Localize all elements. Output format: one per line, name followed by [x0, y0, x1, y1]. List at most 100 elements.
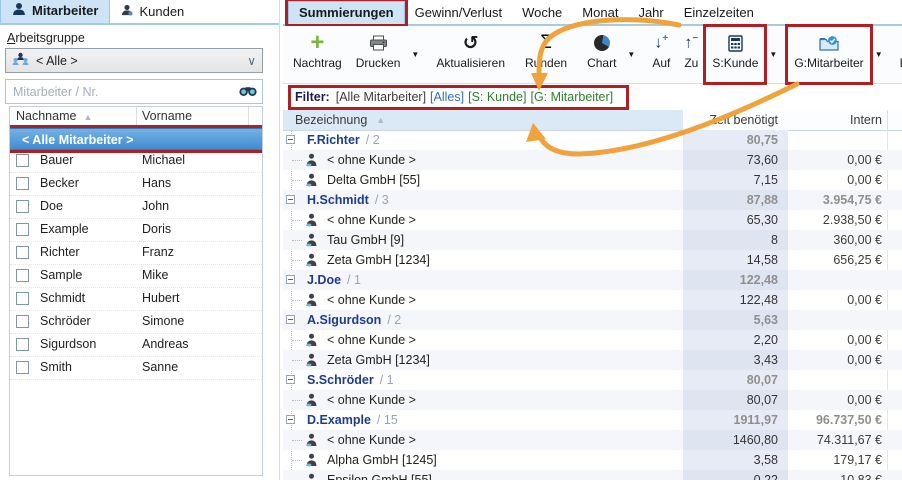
g-mitarbeiter-button[interactable]: G:Mitarbeiter — [787, 26, 870, 83]
collapse-toggle-icon[interactable] — [286, 315, 295, 324]
intern-value: 2.938,50 € — [788, 210, 887, 230]
employee-search — [5, 79, 263, 104]
employee-row[interactable]: SmithSanne — [10, 357, 262, 380]
column-bezeichnung[interactable]: Bezeichnung — [295, 113, 367, 127]
summary-group-row[interactable]: S.Schröder/ 180,07 — [283, 370, 902, 390]
summary-group-row[interactable]: J.Doe/ 1122,48 — [283, 270, 902, 290]
tab-mitarbeiter[interactable]: Mitarbeiter — [0, 0, 110, 23]
column-vorname[interactable]: Vorname — [142, 109, 192, 123]
employee-row[interactable]: RichterFranz — [10, 242, 262, 265]
chart-dropdown-caret[interactable]: ▼ — [623, 26, 639, 83]
employee-row[interactable]: SigurdsonAndreas — [10, 334, 262, 357]
filter-row: Filter: [Alle Mitarbeiter][Alles][S: Kun… — [283, 84, 902, 110]
employee-row[interactable]: SchröderSimone — [10, 311, 262, 334]
summary-customer-row[interactable]: < ohne Kunde >65,302.938,50 € — [283, 210, 902, 230]
s-kunde-dropdown-caret[interactable]: ▼ — [765, 26, 781, 83]
summary-group-row[interactable]: D.Example/ 151911,9796.737,50 € — [283, 410, 902, 430]
summary-table-header[interactable]: Bezeichnung▲ Zeit benötigt Intern — [283, 110, 902, 131]
summary-group-row[interactable]: F.Richter/ 280,75 — [283, 130, 902, 150]
checkbox[interactable] — [16, 292, 29, 305]
tab-kunden[interactable]: Kunden — [110, 1, 195, 23]
intern-value: 656,25 € — [788, 250, 887, 270]
zeit-benoetigt-value: 14,58 — [683, 250, 788, 270]
column-intern[interactable]: Intern — [788, 110, 887, 130]
tree-connector — [292, 340, 302, 341]
auf-button[interactable]: ↓+Auf — [645, 26, 677, 83]
tab-monat[interactable]: Monat — [572, 2, 628, 24]
summary-customer-row[interactable]: Alpha GmbH [1245]3,58179,17 € — [283, 450, 902, 470]
intern-value: 96.737,50 € — [788, 410, 887, 430]
aktualisieren-button[interactable]: ↺Aktualisieren — [429, 26, 512, 83]
employee-row[interactable]: DoeJohn — [10, 196, 262, 219]
employee-row[interactable]: ExampleDoris — [10, 219, 262, 242]
summary-customer-row[interactable]: Zeta GmbH [1234]3,430,00 € — [283, 350, 902, 370]
tab-gewinn-verlust[interactable]: Gewinn/Verlust — [405, 2, 512, 24]
binoculars-icon[interactable] — [239, 84, 257, 100]
zu-button[interactable]: ↑−Zu — [677, 26, 705, 83]
summary-customer-row[interactable]: < ohne Kunde >2,200,00 € — [283, 330, 902, 350]
employee-row[interactable]: BeckerHans — [10, 173, 262, 196]
checkbox[interactable] — [16, 177, 29, 190]
summary-group-row[interactable]: H.Schmidt/ 387,883.954,75 € — [283, 190, 902, 210]
collapse-toggle-icon[interactable] — [286, 135, 295, 144]
refresh-icon: ↺ — [463, 31, 479, 55]
checkbox[interactable] — [16, 338, 29, 351]
checkbox[interactable] — [16, 200, 29, 213]
summary-group-row[interactable]: A.Sigurdson/ 25,63 — [283, 310, 902, 330]
drucken-button[interactable]: Drucken — [349, 26, 408, 83]
collapse-toggle-icon[interactable] — [286, 415, 295, 424]
drucken-dropdown-caret[interactable]: ▼ — [407, 26, 423, 83]
collapse-toggle-icon[interactable] — [286, 195, 295, 204]
employee-row[interactable]: SampleMike — [10, 265, 262, 288]
column-nachname[interactable]: Nachname — [16, 109, 76, 123]
summary-customer-row[interactable]: < ohne Kunde >80,070,00 € — [283, 390, 902, 410]
runden-button[interactable]: ΣRunden — [518, 26, 574, 83]
tab-jahr[interactable]: Jahr — [628, 2, 673, 24]
intern-value: 0,00 € — [788, 150, 887, 170]
datu-button[interactable]: Datu — [893, 26, 902, 83]
checkbox[interactable] — [16, 223, 29, 236]
checkbox[interactable] — [16, 154, 29, 167]
employee-search-input[interactable] — [11, 84, 239, 100]
tab-woche[interactable]: Woche — [512, 2, 572, 24]
g-mitarbeiter-dropdown-caret[interactable]: ▼ — [871, 26, 887, 83]
employee-group-name: A.Sigurdson/ 2 — [307, 310, 401, 330]
s-kunde-button[interactable]: S:Kunde — [705, 26, 765, 83]
person-icon — [121, 4, 133, 19]
collapse-toggle-icon[interactable] — [286, 375, 295, 384]
employee-row[interactable]: BauerMichael — [10, 150, 262, 173]
checkbox[interactable] — [16, 269, 29, 282]
runden-label: Runden — [525, 56, 567, 70]
employee-row-all-selected[interactable]: < Alle Mitarbeiter > — [10, 128, 262, 150]
employee-group-name: H.Schmidt/ 3 — [307, 190, 389, 210]
summary-customer-row[interactable]: Epsilon GmbH [55]0,2210,83 € — [283, 470, 902, 480]
person-icon — [305, 253, 318, 270]
summary-customer-row[interactable]: Zeta GmbH [1234]14,58656,25 € — [283, 250, 902, 270]
column-zeit-benoetigt[interactable]: Zeit benötigt — [683, 110, 788, 130]
workgroup-select[interactable]: < Alle > ∨ — [5, 48, 263, 73]
checkbox[interactable] — [16, 315, 29, 328]
summary-customer-row[interactable]: Delta GmbH [55]7,150,00 € — [283, 170, 902, 190]
sum-icon: Σ — [540, 31, 552, 55]
zeit-benoetigt-value: 122,48 — [683, 270, 788, 290]
intern-value — [788, 370, 887, 390]
summary-customer-row[interactable]: < ohne Kunde >122,480,00 € — [283, 290, 902, 310]
summary-table: Bezeichnung▲ Zeit benötigt Intern F.Rich… — [283, 110, 902, 480]
nachtrag-button[interactable]: +Nachtrag — [286, 26, 349, 83]
summary-customer-row[interactable]: Tau GmbH [9]8360,00 € — [283, 230, 902, 250]
employee-row[interactable]: SchmidtHubert — [10, 288, 262, 311]
checkbox[interactable] — [16, 246, 29, 259]
tab-einzelzeiten[interactable]: Einzelzeiten — [674, 2, 764, 24]
employee-list-header[interactable]: Nachname▲ Vorname — [10, 107, 262, 128]
workgroup-label: Arbeitsgruppe — [7, 31, 85, 45]
collapse-toggle-icon[interactable] — [286, 275, 295, 284]
summary-customer-row[interactable]: < ohne Kunde >1460,8074.311,67 € — [283, 430, 902, 450]
tab-summierungen[interactable]: Summierungen — [288, 1, 405, 24]
checkbox[interactable] — [16, 361, 29, 374]
summary-customer-row[interactable]: < ohne Kunde >73,600,00 € — [283, 150, 902, 170]
employee-group-name: S.Schröder/ 1 — [307, 370, 394, 390]
row-label-cell: < ohne Kunde > — [283, 150, 683, 170]
chart-button[interactable]: Chart — [580, 26, 623, 83]
intern-value — [788, 310, 887, 330]
customer-name: Epsilon GmbH [55] — [327, 470, 432, 480]
